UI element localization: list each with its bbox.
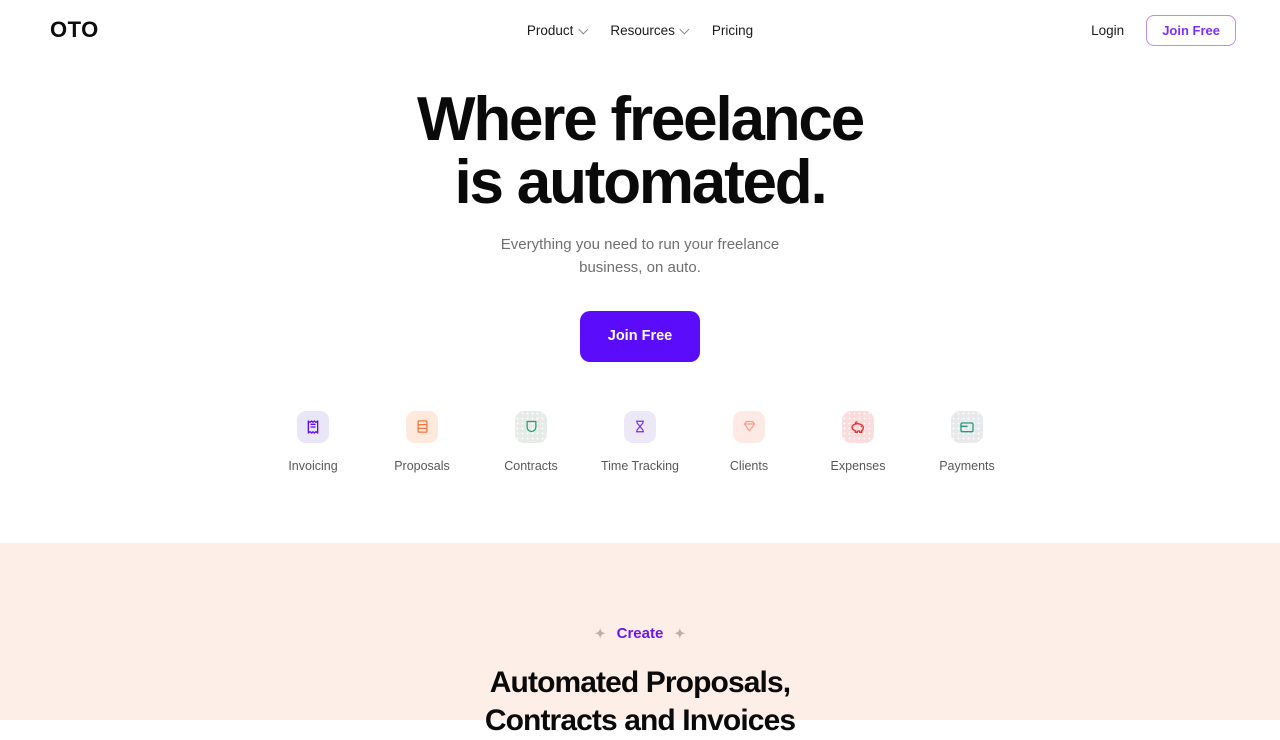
feature-label-proposals: Proposals bbox=[394, 458, 450, 473]
join-free-header-button[interactable]: Join Free bbox=[1146, 14, 1236, 46]
clients-tile bbox=[733, 410, 765, 443]
site-header: OTO Product Resources Pricing Login Join… bbox=[0, 0, 1280, 60]
hero-subtitle-line2: business, on auto. bbox=[579, 258, 701, 276]
create-eyebrow-label: Create bbox=[616, 625, 664, 642]
nav-item-product[interactable]: Product bbox=[527, 23, 589, 38]
proposals-tile bbox=[406, 410, 438, 443]
feature-label-expenses: Expenses bbox=[830, 458, 886, 473]
feature-icon-row: Invoicing Proposals Contracts Time Track… bbox=[0, 410, 1280, 473]
expenses-tile bbox=[842, 410, 874, 443]
login-link[interactable]: Login bbox=[1091, 23, 1124, 38]
receipt-icon bbox=[307, 419, 319, 434]
feature-item-time-tracking[interactable]: Time Tracking bbox=[586, 410, 695, 473]
feature-label-payments: Payments bbox=[939, 458, 995, 473]
nav-item-resources-label: Resources bbox=[610, 22, 675, 38]
header-actions: Login Join Free bbox=[1091, 14, 1236, 46]
nav-item-pricing-label: Pricing bbox=[711, 22, 754, 38]
logo[interactable]: OTO bbox=[50, 19, 99, 41]
hero-subtitle-line1: Everything you need to run your freelanc… bbox=[500, 236, 780, 254]
feature-item-proposals[interactable]: Proposals bbox=[368, 410, 477, 473]
chevron-down-icon bbox=[681, 25, 690, 34]
create-heading-line2: Contracts and Invoices bbox=[484, 703, 796, 737]
invoicing-tile bbox=[297, 410, 329, 443]
feature-item-clients[interactable]: Clients bbox=[695, 410, 804, 473]
hero-cta-wrap: Join Free bbox=[0, 310, 1280, 362]
nav-item-resources[interactable]: Resources bbox=[610, 23, 690, 38]
hourglass-icon bbox=[635, 420, 645, 433]
hero-heading-line1: Where freelance bbox=[417, 85, 865, 154]
feature-item-expenses[interactable]: Expenses bbox=[804, 410, 913, 473]
heart-icon bbox=[743, 420, 755, 432]
hero-heading-line2: is automated. bbox=[454, 148, 827, 218]
create-heading: Automated Proposals, Contracts and Invoi… bbox=[0, 664, 1280, 740]
feature-label-contracts: Contracts bbox=[504, 458, 558, 473]
create-heading-line1: Automated Proposals, bbox=[489, 666, 791, 699]
time-tracking-tile bbox=[624, 410, 656, 443]
feature-label-time-tracking: Time Tracking bbox=[600, 458, 680, 473]
feature-item-contracts[interactable]: Contracts bbox=[477, 410, 586, 473]
feature-item-invoicing[interactable]: Invoicing bbox=[259, 410, 368, 473]
join-free-hero-button[interactable]: Join Free bbox=[579, 310, 701, 362]
create-section: ✦ Create ✦ Automated Proposals, Contract… bbox=[0, 543, 1280, 737]
document-icon bbox=[417, 420, 427, 433]
sparkle-icon: ✦ bbox=[674, 626, 686, 641]
create-eyebrow: ✦ Create ✦ bbox=[0, 625, 1280, 642]
hero-subtitle: Everything you need to run your freelanc… bbox=[0, 234, 1280, 278]
hero-section: Where freelance is automated. Everything… bbox=[0, 60, 1280, 473]
payments-tile bbox=[951, 410, 983, 443]
feature-label-invoicing: Invoicing bbox=[288, 458, 338, 473]
main-nav: Product Resources Pricing bbox=[527, 23, 753, 38]
feature-item-payments[interactable]: Payments bbox=[913, 410, 1022, 473]
shield-icon bbox=[526, 420, 536, 433]
feature-label-clients: Clients bbox=[729, 458, 769, 473]
contracts-tile bbox=[515, 410, 547, 443]
chevron-down-icon bbox=[579, 25, 588, 34]
nav-item-product-label: Product bbox=[526, 22, 574, 38]
piggy-bank-icon bbox=[851, 420, 864, 433]
sparkle-icon: ✦ bbox=[594, 626, 606, 641]
nav-item-pricing[interactable]: Pricing bbox=[712, 23, 753, 38]
wallet-icon bbox=[960, 421, 974, 432]
page-title: Where freelance is automated. bbox=[0, 85, 1280, 218]
